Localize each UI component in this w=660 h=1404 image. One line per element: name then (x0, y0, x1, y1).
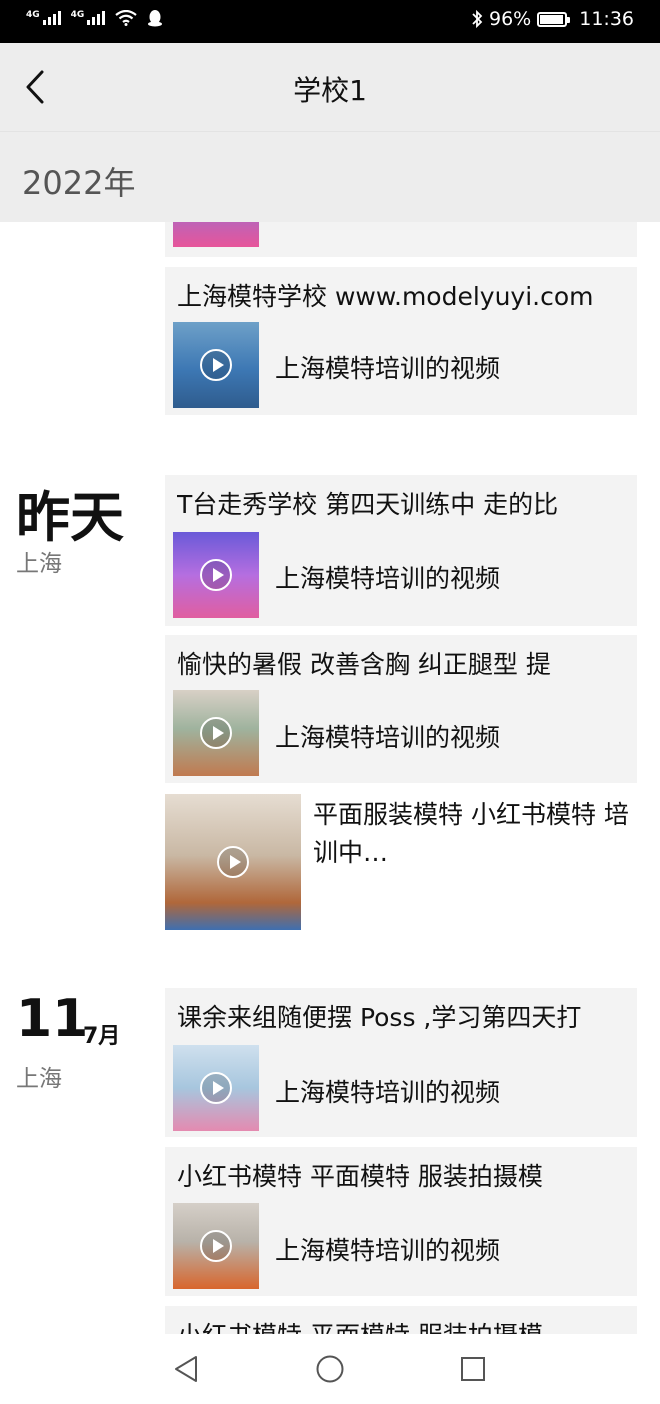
year-section-header: 2022年 (0, 131, 660, 222)
post-card[interactable] (165, 221, 637, 257)
system-nav-bar (0, 1334, 660, 1404)
post-title: 愉快的暑假 改善含胸 纠正腿型 提 (177, 650, 551, 679)
page-title: 学校1 (293, 74, 367, 107)
post-text[interactable]: 平面服装模特 小红书模特 培训中… (313, 796, 638, 872)
play-icon (200, 1072, 232, 1104)
moments-feed[interactable]: 上海模特学校 www.modelyuyi.com 上海模特培训的视频 昨天 上海… (0, 221, 660, 1334)
nav-recent-apps-icon[interactable] (460, 1356, 486, 1382)
wifi-icon (115, 10, 137, 26)
video-thumbnail[interactable] (173, 322, 259, 408)
date-label-yesterday: 昨天 (16, 486, 124, 549)
post-title: 小红书模特 平面模特 服装拍摄模 (177, 1316, 627, 1334)
qq-icon (148, 10, 163, 27)
video-label: 上海模特培训的视频 (275, 1236, 501, 1265)
year-label: 2022年 (22, 164, 136, 202)
video-thumbnail[interactable] (173, 690, 259, 776)
cellular-signal-icon-2: 4G (71, 11, 106, 25)
video-thumbnail[interactable] (173, 1203, 259, 1289)
location-label: 上海 (16, 1066, 62, 1092)
network-type-label: 4G (26, 10, 40, 20)
play-icon (200, 1230, 232, 1262)
status-right: 96% 11:36 (471, 8, 634, 30)
play-icon (200, 559, 232, 591)
top-app-bar: 学校1 (0, 43, 660, 131)
video-thumbnail[interactable] (173, 1045, 259, 1131)
post-title: 上海模特学校 www.modelyuyi.com (177, 282, 594, 311)
video-label: 上海模特培训的视频 (275, 1078, 501, 1107)
post-card[interactable]: 愉快的暑假 改善含胸 纠正腿型 提 上海模特培训的视频 (165, 635, 637, 783)
play-icon (217, 846, 249, 878)
battery-icon (537, 11, 571, 27)
status-bar: 4G 4G 96% 11:36 (0, 0, 660, 43)
post-card[interactable]: 小红书模特 平面模特 服装拍摄模 上海模特培训的视频 (165, 1147, 637, 1296)
play-icon (200, 717, 232, 749)
post-card[interactable]: 课余来组随便摆 Poss ,学习第四天打 上海模特培训的视频 (165, 988, 637, 1137)
date-month: 7月 (83, 1024, 121, 1049)
post-title: 课余来组随便摆 Poss ,学习第四天打 (177, 1003, 582, 1032)
nav-back-icon[interactable] (172, 1354, 200, 1384)
network-type-label-2: 4G (70, 10, 85, 20)
nav-home-icon[interactable] (315, 1354, 345, 1384)
play-icon (200, 349, 232, 381)
date-day: 11 (16, 989, 89, 1049)
video-thumbnail[interactable] (173, 532, 259, 618)
video-label: 上海模特培训的视频 (275, 564, 501, 593)
post-card[interactable]: 上海模特学校 www.modelyuyi.com 上海模特培训的视频 (165, 267, 637, 415)
video-label: 上海模特培训的视频 (275, 354, 501, 383)
cellular-signal-icon: 4G (26, 11, 61, 25)
video-thumbnail-large[interactable] (165, 794, 301, 930)
video-label: 上海模特培训的视频 (275, 723, 501, 752)
status-left: 4G 4G (26, 9, 163, 27)
clock: 11:36 (579, 8, 634, 30)
location-label: 上海 (16, 551, 62, 577)
battery-percent: 96% (489, 8, 532, 30)
post-card[interactable]: T台走秀学校 第四天训练中 走的比 上海模特培训的视频 (165, 475, 637, 626)
bluetooth-icon (472, 9, 483, 29)
post-card[interactable]: 小红书模特 平面模特 服装拍摄模 (165, 1306, 637, 1334)
post-title: 小红书模特 平面模特 服装拍摄模 (177, 1162, 543, 1191)
video-thumbnail[interactable] (173, 221, 259, 247)
post-title: T台走秀学校 第四天训练中 走的比 (177, 490, 559, 519)
